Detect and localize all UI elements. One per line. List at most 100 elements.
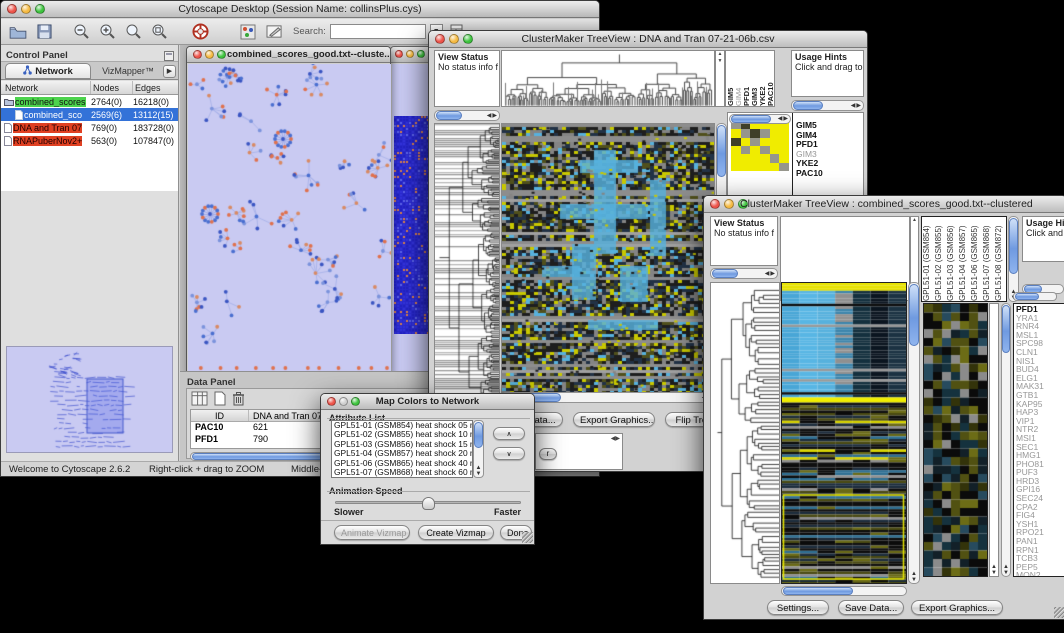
gene-label[interactable]: CPA2 (1016, 503, 1064, 512)
network-row-combined-sco-selected[interactable]: combined_sco 2569(6) 13112(15) (1, 108, 178, 121)
gene-label[interactable]: MON2 (1016, 571, 1064, 577)
matrix-cell[interactable] (770, 163, 780, 171)
col-network[interactable]: Network (1, 81, 91, 94)
create-vizmap-button[interactable]: Create Vizmap (418, 525, 494, 540)
matrix-cell[interactable] (770, 129, 780, 137)
gene-label[interactable]: HMG1 (1016, 451, 1064, 460)
zoom-actual-icon[interactable] (123, 22, 145, 42)
matrix-cell[interactable] (760, 163, 770, 171)
gene-label[interactable]: FIG4 (1016, 511, 1064, 520)
network-view-titlebar[interactable]: combined_scores_good.txt--cluste... (187, 47, 390, 63)
matrix-cell[interactable] (741, 129, 751, 137)
matrix-cell[interactable] (750, 146, 760, 154)
gene-label[interactable]: VIP1 (1016, 417, 1064, 426)
matrix-cell[interactable] (731, 146, 741, 154)
mini-scroll-strip[interactable]: ▲▼ (715, 50, 725, 107)
global-heatmap-panel[interactable] (501, 123, 715, 403)
column-dendrogram-canvas[interactable] (502, 51, 714, 106)
tab-overflow-button[interactable]: ▶ (163, 65, 176, 78)
gene-label[interactable]: TCB3 (1016, 554, 1064, 563)
resize-grip[interactable] (522, 532, 533, 543)
attribute-item[interactable]: GPL51-06 (GSM865) heat shock 40 min (332, 459, 472, 468)
move-up-button[interactable]: ∧ (493, 427, 525, 440)
overview-canvas[interactable] (7, 347, 172, 452)
row-dendrogram-canvas[interactable] (711, 283, 779, 583)
network-row-dna-tran[interactable]: DNA and Tran 07 769(0) 183728(0) (1, 121, 178, 134)
export-graphics-button[interactable]: Export Graphics... (573, 412, 655, 427)
gene-label[interactable]: NIS1 (1016, 357, 1064, 366)
gene-label[interactable]: MSL1 (1016, 331, 1064, 340)
matrix-cell[interactable] (760, 146, 770, 154)
attribute-item[interactable]: GPL51-04 (GSM857) heat shock 20 min (332, 449, 472, 458)
heatmap-hscrollbar[interactable] (781, 586, 907, 596)
gene-label[interactable]: RPO21 (1016, 528, 1064, 537)
subpanel-button[interactable]: r (539, 448, 557, 460)
zoom-out-icon[interactable] (71, 22, 93, 42)
delete-attribute-icon[interactable] (232, 391, 245, 411)
matrix-cell[interactable] (760, 138, 770, 146)
network-view-window[interactable]: combined_scores_good.txt--cluste... (186, 46, 391, 373)
move-down-button[interactable]: ∨ (493, 447, 525, 460)
correlation-matrix[interactable] (731, 121, 789, 171)
gene-label[interactable]: YSH1 (1016, 520, 1064, 529)
minimize-button[interactable] (205, 50, 214, 59)
matrix-cell[interactable] (779, 154, 789, 162)
gene-label[interactable]: BUD4 (1016, 365, 1064, 374)
gene-label[interactable]: GTB1 (1016, 391, 1064, 400)
gene-list-hscrollbar[interactable] (1013, 292, 1057, 301)
zoom-heatmap-canvas[interactable] (924, 304, 987, 576)
animation-speed-slider[interactable] (335, 501, 521, 504)
dialog-titlebar[interactable]: Map Colors to Network (321, 394, 534, 410)
gene-label[interactable]: GPI16 (1016, 485, 1064, 494)
resize-grip[interactable] (1054, 607, 1064, 618)
attribute-select-icon[interactable] (191, 391, 208, 411)
gene-label[interactable]: PAN1 (1016, 537, 1064, 546)
matrix-cell[interactable] (741, 163, 751, 171)
gene-label[interactable]: RNR4 (1016, 322, 1064, 331)
gene-label[interactable]: SPC98 (1016, 339, 1064, 348)
gene-label[interactable]: PHO81 (1016, 460, 1064, 469)
close-button[interactable] (395, 50, 403, 58)
global-heatmap-canvas[interactable] (782, 283, 906, 583)
gene-list-vscrollbar[interactable]: ▲▼ (1001, 303, 1011, 577)
matrix-cell[interactable] (731, 163, 741, 171)
gene-label[interactable]: PEP5 (1016, 563, 1064, 572)
gene-label[interactable]: HRD3 (1016, 477, 1064, 486)
settings-button[interactable]: Settings... (767, 600, 829, 615)
annotation-icon[interactable] (263, 22, 285, 42)
heatmap-vscrollbar[interactable]: ▲▼ (908, 282, 920, 584)
row-dendrogram-panel[interactable] (434, 123, 500, 403)
zoom-hscrollbar[interactable]: ◀▶ (729, 114, 791, 124)
matrix-cell[interactable] (741, 138, 751, 146)
matrix-cell[interactable] (779, 163, 789, 171)
tab-network[interactable]: Network (5, 63, 91, 79)
zoom-fit-icon[interactable] (149, 22, 171, 42)
matrix-cell[interactable] (731, 138, 741, 146)
search-input[interactable] (330, 24, 426, 39)
gene-label[interactable]: GIM5 (796, 121, 862, 131)
matrix-cell[interactable] (741, 154, 751, 162)
zoom-button[interactable] (417, 50, 425, 58)
help-icon[interactable] (189, 22, 211, 42)
subpanel-arrows[interactable]: ◀▶ (611, 435, 620, 442)
attribute-item[interactable]: GPL51-02 (GSM855) heat shock 10 min (332, 430, 472, 439)
matrix-cell[interactable] (770, 138, 780, 146)
col-edges[interactable]: Edges (133, 81, 178, 94)
gene-label[interactable]: PUF3 (1016, 468, 1064, 477)
gene-label[interactable]: SEC24 (1016, 494, 1064, 503)
save-session-icon[interactable] (33, 22, 55, 42)
row-dendrogram-panel[interactable] (710, 282, 780, 584)
mini-strip[interactable]: ▲▼ (989, 303, 999, 577)
gene-label[interactable]: CLN1 (1016, 348, 1064, 357)
gene-label[interactable]: GIM4 (796, 131, 862, 141)
animate-vizmap-button[interactable]: Animate Vizmap (334, 525, 410, 540)
gene-label[interactable]: GIM3 (796, 150, 862, 160)
attribute-item[interactable]: GPL51-03 (GSM856) heat shock 15 min (332, 440, 472, 449)
view-status-scrollbar[interactable]: ◀▶ (710, 268, 778, 279)
gene-label[interactable]: RPN1 (1016, 546, 1064, 555)
close-button[interactable] (710, 199, 720, 209)
gene-label[interactable]: MSI1 (1016, 434, 1064, 443)
network-overview-panel[interactable] (6, 346, 173, 453)
dense-network-canvas[interactable] (394, 116, 432, 334)
export-graphics-button[interactable]: Export Graphics... (911, 600, 1003, 615)
